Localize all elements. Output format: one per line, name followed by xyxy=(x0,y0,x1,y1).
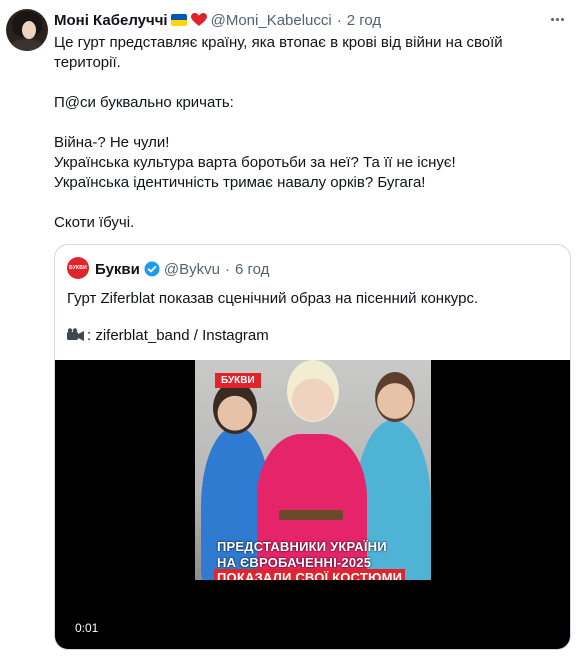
quoted-text-line: Гурт Ziferblat показав сценічний образ н… xyxy=(67,290,479,307)
tweet-text-line: Українська культура варта боротьби за не… xyxy=(54,154,456,171)
tweet-header: Моні Кабелуччі @Moni_Kabelucci · 2 год xyxy=(54,10,381,30)
red-heart-icon xyxy=(190,13,207,27)
tweet-text-line: Це гурт представляє країну, яка втопає в… xyxy=(54,34,503,51)
tweet-text-line: території. xyxy=(54,54,121,71)
tweet-text-line: Скоти їбучі. xyxy=(54,214,135,231)
quoted-credit-text: : ziferblat_band / Instagram xyxy=(87,327,269,344)
quoted-text-credit: : ziferblat_band / Instagram xyxy=(67,326,269,346)
tweet-text-line: Українська ідентичність тримає навалу ор… xyxy=(54,174,426,191)
avatar-face xyxy=(22,21,36,39)
video-caption-line: ПРЕДСТАВНИКИ УКРАЇНИ xyxy=(217,539,387,554)
quoted-author-name[interactable]: Букви xyxy=(95,261,140,278)
tweet-time[interactable]: 2 год xyxy=(347,12,381,29)
separator-dot: · xyxy=(224,260,230,278)
costume-belt xyxy=(279,510,343,520)
verified-badge-icon xyxy=(144,261,160,277)
quoted-tweet-header: Букви @Bykvu · 6 год xyxy=(95,259,269,279)
more-options-icon[interactable] xyxy=(547,10,567,28)
video-brand-tag: БУКВИ xyxy=(215,373,261,388)
video-timecode: 0:01 xyxy=(75,621,99,635)
bukvy-logo[interactable]: БУКВИ xyxy=(67,257,89,279)
avatar-body xyxy=(10,39,44,51)
video-frame: БУКВИ ПРЕДСТАВНИКИ УКРАЇНИ НА ЄВРОБАЧЕНН… xyxy=(195,360,431,580)
ukraine-flag-icon xyxy=(170,14,187,26)
tweet-text-line: П@си буквально кричать: xyxy=(54,94,234,111)
tweet-text-line: Війна-? Не чули! xyxy=(54,134,170,151)
performer-left-head xyxy=(213,382,257,434)
tweet: Моні Кабелуччі @Moni_Kabelucci · 2 год Ц… xyxy=(0,0,577,656)
quoted-tweet-time[interactable]: 6 год xyxy=(235,261,269,278)
author-name[interactable]: Моні Кабелуччі xyxy=(54,12,168,29)
performer-right-head xyxy=(375,372,415,422)
video-player[interactable]: БУКВИ ПРЕДСТАВНИКИ УКРАЇНИ НА ЄВРОБАЧЕНН… xyxy=(55,360,570,649)
quoted-tweet[interactable]: БУКВИ Букви @Bykvu · 6 год Гурт Ziferbla… xyxy=(54,244,571,650)
author-avatar[interactable] xyxy=(6,9,48,51)
video-caption-highlight: ПОКАЗАЛИ СВОЇ КОСТЮМИ xyxy=(214,569,406,580)
separator-dot: · xyxy=(336,11,342,29)
author-handle[interactable]: @Moni_Kabelucci xyxy=(211,12,332,29)
quoted-author-handle[interactable]: @Bykvu xyxy=(164,261,220,278)
performer-center-head xyxy=(287,360,339,422)
video-camera-icon xyxy=(67,328,85,342)
